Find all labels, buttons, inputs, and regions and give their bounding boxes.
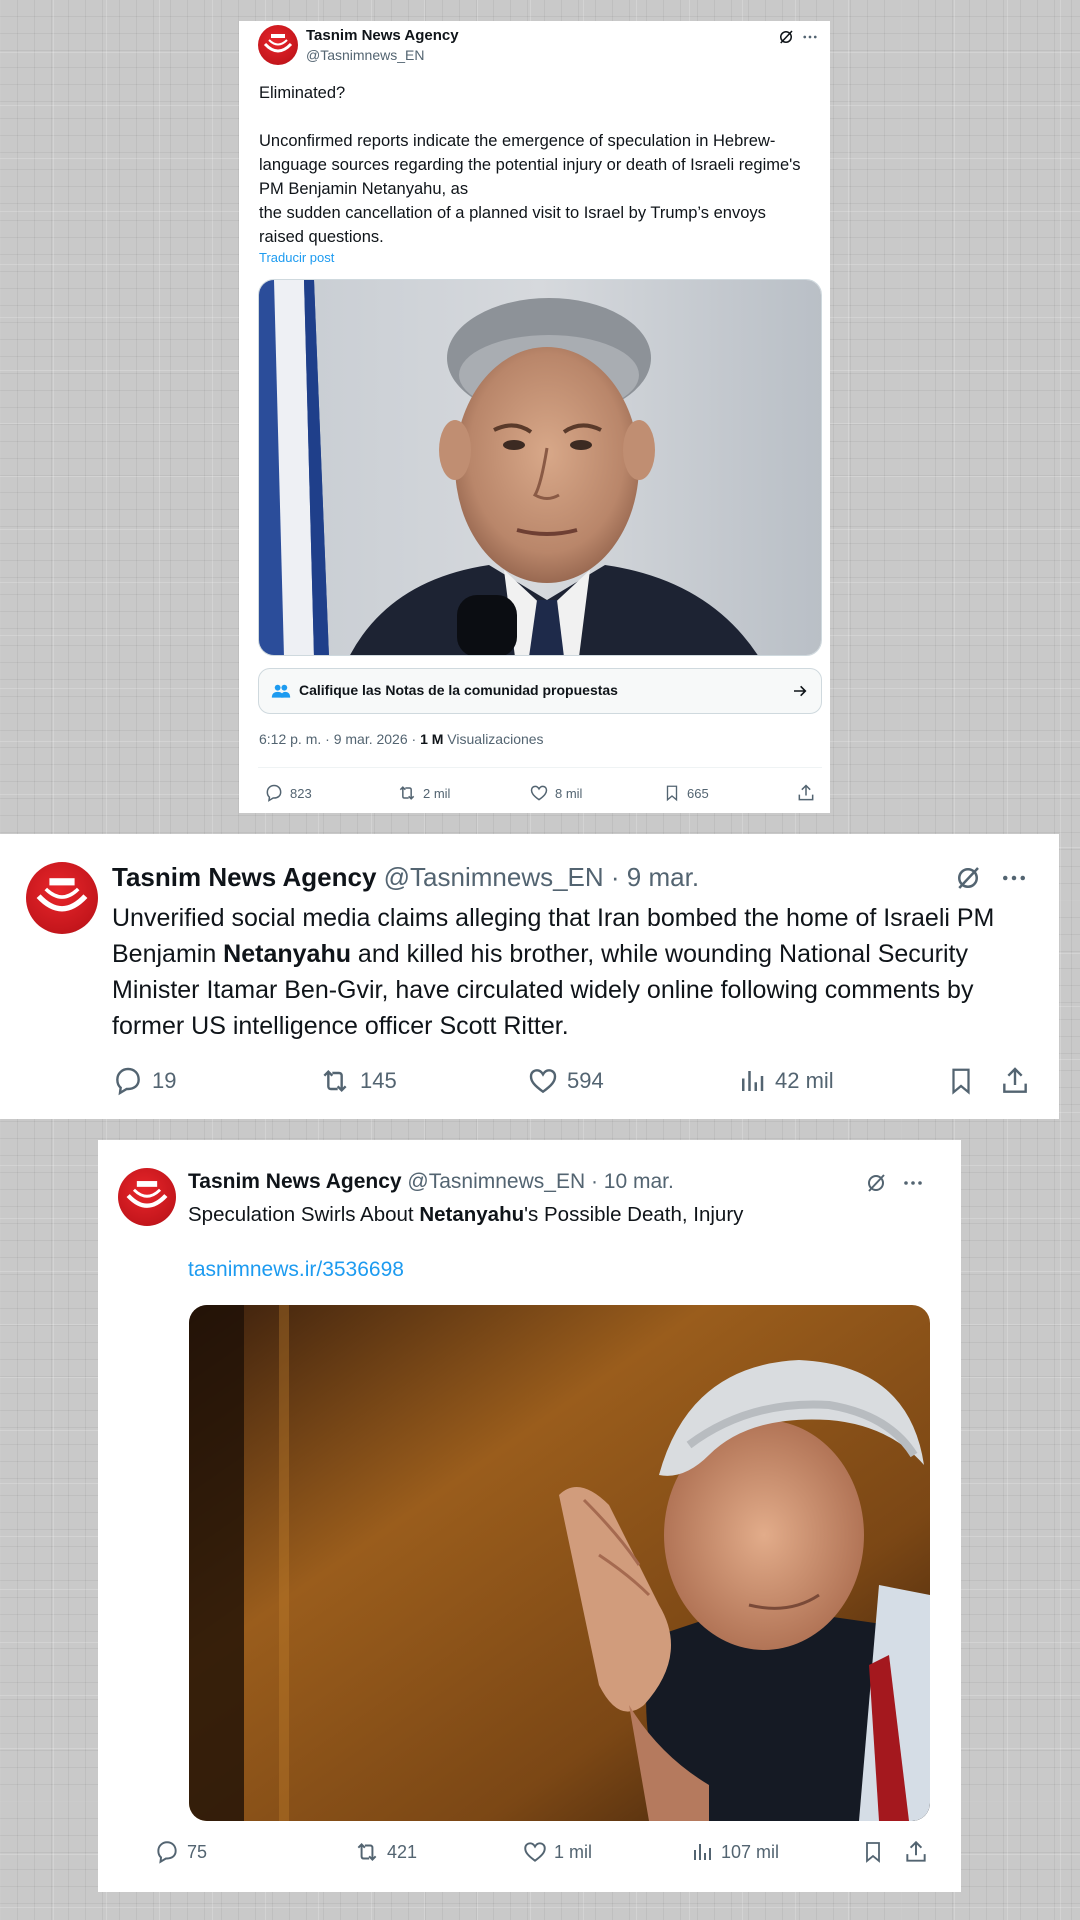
views-label: Visualizaciones [443,731,544,747]
reply-button[interactable]: 19 [112,1065,176,1097]
tweet-card-2: Tasnim News Agency @Tasnimnews_EN · 9 ma… [0,834,1059,1119]
tweet-header: Tasnim News Agency @Tasnimnews_EN · 9 ma… [112,862,699,893]
reply-count: 75 [187,1841,208,1862]
like-count: 8 mil [555,785,583,801]
tweet-text-part: 's Possible Death, Injury [524,1203,744,1226]
tweet-meta: 6:12 p. m. · 9 mar. 2026 · 1 M Visualiza… [259,731,544,747]
author-name[interactable]: Tasnim News Agency [306,27,459,44]
like-button[interactable]: 594 [527,1065,604,1097]
grok-icon[interactable] [776,27,796,47]
grok-icon[interactable] [863,1170,889,1196]
more-icon[interactable] [900,1170,926,1196]
repost-count: 421 [387,1841,418,1862]
repost-count: 2 mil [423,785,451,801]
avatar[interactable] [26,862,98,934]
tweet-date[interactable]: · 9 mar. [604,862,699,892]
timestamp[interactable]: 6:12 p. m. · 9 mar. 2026 · [259,731,420,747]
like-icon [529,1069,557,1094]
bookmark-icon [666,785,678,802]
repost-button[interactable]: 421 [353,1839,417,1865]
grok-icon[interactable] [952,862,984,894]
repost-icon [357,1843,377,1861]
views-button[interactable]: 107 mil [690,1839,779,1865]
like-icon [530,785,548,801]
share-button[interactable] [796,783,816,803]
author-name[interactable]: Tasnim News Agency [188,1170,402,1193]
arrow-right-icon [791,682,809,700]
tweet-card-1: Tasnim News Agency @Tasnimnews_EN Elimin… [239,21,830,813]
more-icon[interactable] [800,27,820,47]
community-notes-label: Califique las Notas de la comunidad prop… [299,682,618,698]
views-count: 1 M [420,731,444,747]
reply-button[interactable]: 823 [264,783,312,803]
tweet-photo[interactable] [189,1305,930,1821]
tweet-card-3: Tasnim News Agency @Tasnimnews_EN · 10 m… [98,1140,961,1892]
tweet-header: Tasnim News Agency @Tasnimnews_EN · 10 m… [188,1170,674,1194]
views-icon [694,1844,711,1860]
share-icon [1003,1067,1027,1093]
tasnim-logo-icon [126,1181,168,1208]
tasnim-logo-icon [36,878,88,912]
reply-icon [266,784,282,802]
views-icon [742,1071,764,1091]
repost-count: 145 [360,1068,397,1093]
author-name[interactable]: Tasnim News Agency [112,862,376,892]
community-notes-bar[interactable]: Califique las Notas de la comunidad prop… [258,668,822,714]
reply-button[interactable]: 75 [154,1839,207,1865]
like-count: 594 [567,1068,604,1093]
tweet-text-highlight: Netanyahu [223,940,351,968]
like-button[interactable]: 8 mil [529,783,582,803]
views-button[interactable]: 42 mil [737,1065,834,1097]
reply-icon [157,1841,177,1864]
tweet-date[interactable]: · 10 mar. [585,1170,674,1193]
like-icon [524,1842,546,1862]
avatar[interactable] [118,1168,176,1226]
bookmark-button[interactable]: 665 [663,783,709,803]
tweet-line: the sudden cancellation of a planned vis… [259,204,766,246]
views-count: 42 mil [775,1068,834,1093]
tweet-photo[interactable] [258,279,822,656]
reply-icon [116,1067,140,1096]
reply-count: 823 [290,785,312,801]
bookmark-count: 665 [687,785,709,801]
avatar[interactable] [258,25,298,65]
like-button[interactable]: 1 mil [522,1839,592,1865]
tweet-text: Eliminated? Unconfirmed reports indicate… [259,81,814,249]
author-handle[interactable]: @Tasnimnews_EN [384,862,604,892]
tweet-line: Unconfirmed reports indicate the emergen… [259,132,801,198]
tweet-text: Unverified social media claims alleging … [112,900,1047,1044]
share-icon [906,1840,926,1862]
tweet-text-highlight: Netanyahu [419,1203,525,1226]
bookmark-icon [952,1068,970,1095]
divider [258,767,822,768]
community-notes-icon [271,682,291,700]
bookmark-button[interactable] [861,1839,885,1865]
tasnim-logo-icon [263,34,293,53]
tweet-line: Eliminated? [259,84,346,102]
views-count: 107 mil [721,1841,780,1862]
repost-button[interactable]: 145 [318,1065,397,1097]
bookmark-button[interactable] [946,1065,976,1097]
like-count: 1 mil [554,1841,593,1862]
reply-count: 19 [152,1068,177,1093]
bookmark-icon [866,1842,880,1863]
author-handle[interactable]: @Tasnimnews_EN [407,1170,585,1193]
tweet-text: Speculation Swirls About Netanyahu's Pos… [188,1201,928,1229]
share-button[interactable] [903,1839,929,1865]
translate-link[interactable]: Traducir post [259,250,334,265]
share-button[interactable] [999,1065,1031,1097]
repost-button[interactable]: 2 mil [396,783,450,803]
tweet-text-part: Speculation Swirls About [188,1203,420,1226]
article-link[interactable]: tasnimnews.ir/3536698 [188,1258,404,1282]
author-handle[interactable]: @Tasnimnews_EN [306,47,424,63]
repost-icon [323,1069,347,1093]
repost-icon [399,786,415,800]
share-icon [798,784,814,801]
more-icon[interactable] [998,862,1030,894]
